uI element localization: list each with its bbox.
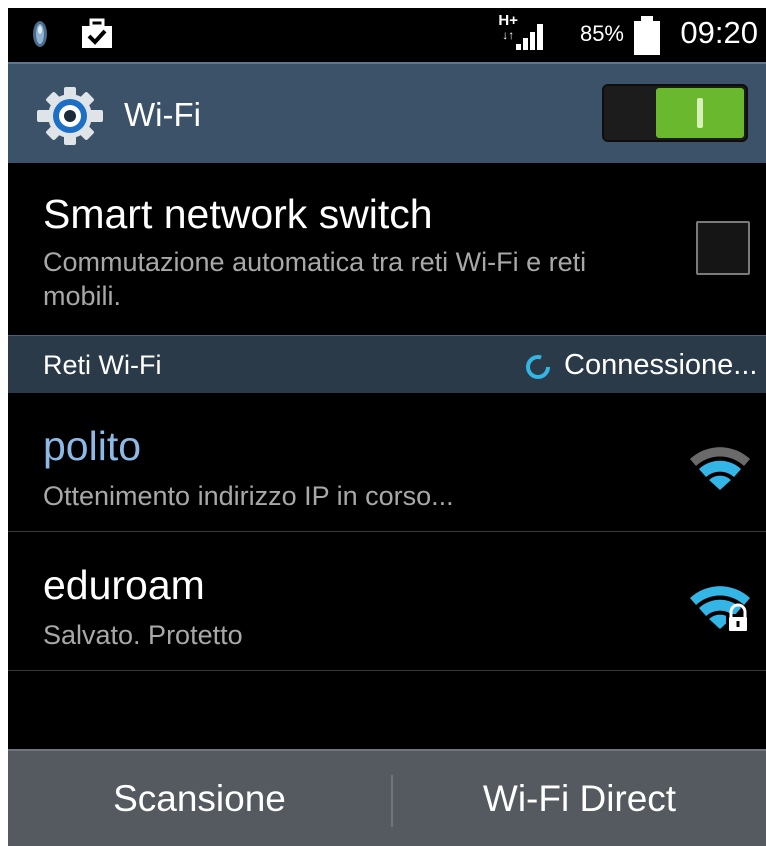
scan-button[interactable]: Scansione: [8, 751, 391, 846]
network-name: eduroam: [43, 562, 205, 608]
smart-switch-description: Commutazione automatica tra reti Wi-Fi e…: [43, 247, 587, 311]
gear-icon: [36, 86, 104, 151]
clock-time: 09:20: [680, 15, 758, 50]
wifi-direct-button[interactable]: Wi-Fi Direct: [393, 751, 766, 846]
bottom-action-bar: Scansione Wi-Fi Direct: [8, 749, 766, 846]
network-name: polito: [43, 423, 142, 469]
section-title: Reti Wi-Fi: [43, 350, 162, 380]
phone-screen: H+ ↓↑ 85% 09:20 Wi-Fi Smart network swit…: [8, 8, 766, 846]
wifi-partial-signal-icon: [688, 441, 752, 496]
title-bar: Wi-Fi: [8, 62, 766, 163]
spinner-icon: [524, 353, 552, 386]
status-bar: H+ ↓↑ 85% 09:20: [8, 8, 766, 62]
wifi-toggle[interactable]: [602, 84, 748, 142]
briefcase-check-icon: [80, 18, 114, 55]
network-item-polito[interactable]: polito Ottenimento indirizzo IP in corso…: [8, 393, 766, 532]
network-item-eduroam[interactable]: eduroam Salvato. Protetto: [8, 532, 766, 671]
signal-icon: [514, 20, 548, 57]
notification-app-icon: [30, 18, 50, 55]
battery-icon: [632, 16, 662, 61]
battery-percent: 85%: [579, 21, 624, 46]
page-title: Wi-Fi: [124, 96, 201, 133]
smart-switch-checkbox[interactable]: [696, 221, 750, 275]
toggle-on-indicator: [697, 98, 703, 128]
toggle-knob: [656, 88, 744, 138]
network-status: Salvato. Protetto: [43, 620, 243, 650]
wifi-lock-icon: [688, 580, 752, 639]
wifi-networks-section-header: Reti Wi-Fi Connessione...: [8, 335, 766, 393]
network-status: Ottenimento indirizzo IP in corso...: [43, 481, 454, 511]
smart-switch-title: Smart network switch: [43, 191, 433, 237]
connection-status: Connessione...: [564, 349, 758, 381]
smart-network-switch-row[interactable]: Smart network switch Commutazione automa…: [8, 163, 766, 335]
